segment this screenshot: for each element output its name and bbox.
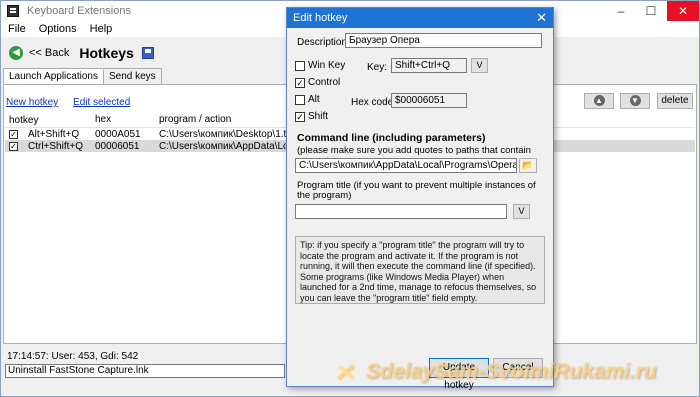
- page-title: Hotkeys: [79, 45, 134, 61]
- move-up-button[interactable]: ▲: [584, 93, 614, 109]
- arrow-up-icon: ▲: [593, 95, 605, 106]
- new-hotkey-link[interactable]: New hotkey: [6, 97, 58, 108]
- status-text: 17:14:57: User: 453, Gdi: 542: [7, 351, 139, 362]
- watermark-text: SdelaySam-SvoimiRukami.ru: [366, 360, 657, 383]
- arrow-down-icon: ▼: [629, 95, 641, 106]
- description-label: Description:: [297, 37, 350, 48]
- row-hex: 0000A051: [95, 128, 141, 140]
- keyboard-icon: [7, 5, 19, 17]
- menu-options[interactable]: Options: [39, 23, 77, 35]
- action-links: New hotkey Edit selected: [6, 97, 142, 108]
- row-hotkey: Alt+Shift+Q: [28, 128, 80, 140]
- alt-checkbox[interactable]: Alt: [295, 94, 320, 105]
- close-button[interactable]: ✕: [667, 1, 699, 21]
- site-watermark: SdelaySam-SvoimiRukami.ru: [330, 352, 700, 392]
- hammer-wrench-icon: [330, 356, 362, 388]
- row-checkbox[interactable]: ✓: [9, 141, 18, 151]
- maximize-button[interactable]: ☐: [637, 1, 665, 21]
- save-icon[interactable]: [141, 47, 154, 59]
- menu-file[interactable]: File: [8, 23, 26, 35]
- back-arrow-icon[interactable]: ◀: [9, 46, 23, 60]
- shift-checkbox[interactable]: ✓ Shift: [295, 111, 328, 122]
- key-field[interactable]: Shift+Ctrl+Q: [391, 58, 467, 73]
- column-hotkey[interactable]: hotkey: [5, 114, 95, 127]
- dialog-title-bar: Edit hotkey ✕: [287, 8, 553, 28]
- move-down-button[interactable]: ▼: [620, 93, 650, 109]
- dialog-close-icon[interactable]: ✕: [536, 8, 547, 28]
- tab-send-keys[interactable]: Send keys: [102, 68, 162, 84]
- row-hex: 00006051: [95, 140, 140, 152]
- menu-help[interactable]: Help: [90, 23, 113, 35]
- minimize-button[interactable]: –: [607, 1, 635, 21]
- key-dropdown-button[interactable]: V: [471, 58, 488, 73]
- command-line-heading: Command line (including parameters): [297, 132, 486, 144]
- row-checkbox[interactable]: ✓: [9, 129, 18, 139]
- program-title-label: Program title (if you want to prevent mu…: [297, 180, 536, 201]
- description-input[interactable]: Браузер Опера: [345, 33, 542, 48]
- program-title-dropdown-button[interactable]: V: [513, 204, 530, 219]
- checkbox-box: [295, 94, 305, 105]
- hex-code-label: Hex code:: [351, 97, 397, 108]
- program-title-input[interactable]: [295, 204, 507, 219]
- key-label: Key:: [367, 62, 388, 73]
- checkbox-box: ✓: [295, 111, 305, 122]
- tip-box: Tip: if you specify a "program title" th…: [295, 236, 545, 304]
- dialog-title: Edit hotkey: [293, 12, 348, 24]
- edit-hotkey-dialog: Edit hotkey ✕ Description: Браузер Опера…: [286, 7, 554, 391]
- checkbox-box: ✓: [295, 77, 305, 88]
- edit-selected-link[interactable]: Edit selected: [73, 97, 130, 108]
- control-checkbox[interactable]: ✓ Control: [295, 77, 340, 88]
- tab-strip: Launch Applications Send keys: [3, 68, 162, 85]
- hex-code-field[interactable]: $00006051: [391, 93, 467, 108]
- checkbox-box: [295, 60, 305, 71]
- column-hex[interactable]: hex: [95, 114, 159, 127]
- row-hotkey: Ctrl+Shift+Q: [28, 140, 84, 152]
- win-key-checkbox[interactable]: Win Key: [295, 60, 345, 71]
- back-button[interactable]: << Back: [29, 47, 69, 59]
- delete-button[interactable]: delete: [657, 93, 693, 109]
- window-title: Keyboard Extensions: [27, 5, 131, 17]
- tab-launch-applications[interactable]: Launch Applications: [3, 68, 104, 85]
- command-line-input[interactable]: C:\Users\компик\AppData\Local\Programs\O…: [295, 158, 517, 173]
- browse-folder-icon[interactable]: 📂: [519, 158, 537, 173]
- shortcut-input[interactable]: Uninstall FastStone Capture.lnk: [5, 364, 285, 378]
